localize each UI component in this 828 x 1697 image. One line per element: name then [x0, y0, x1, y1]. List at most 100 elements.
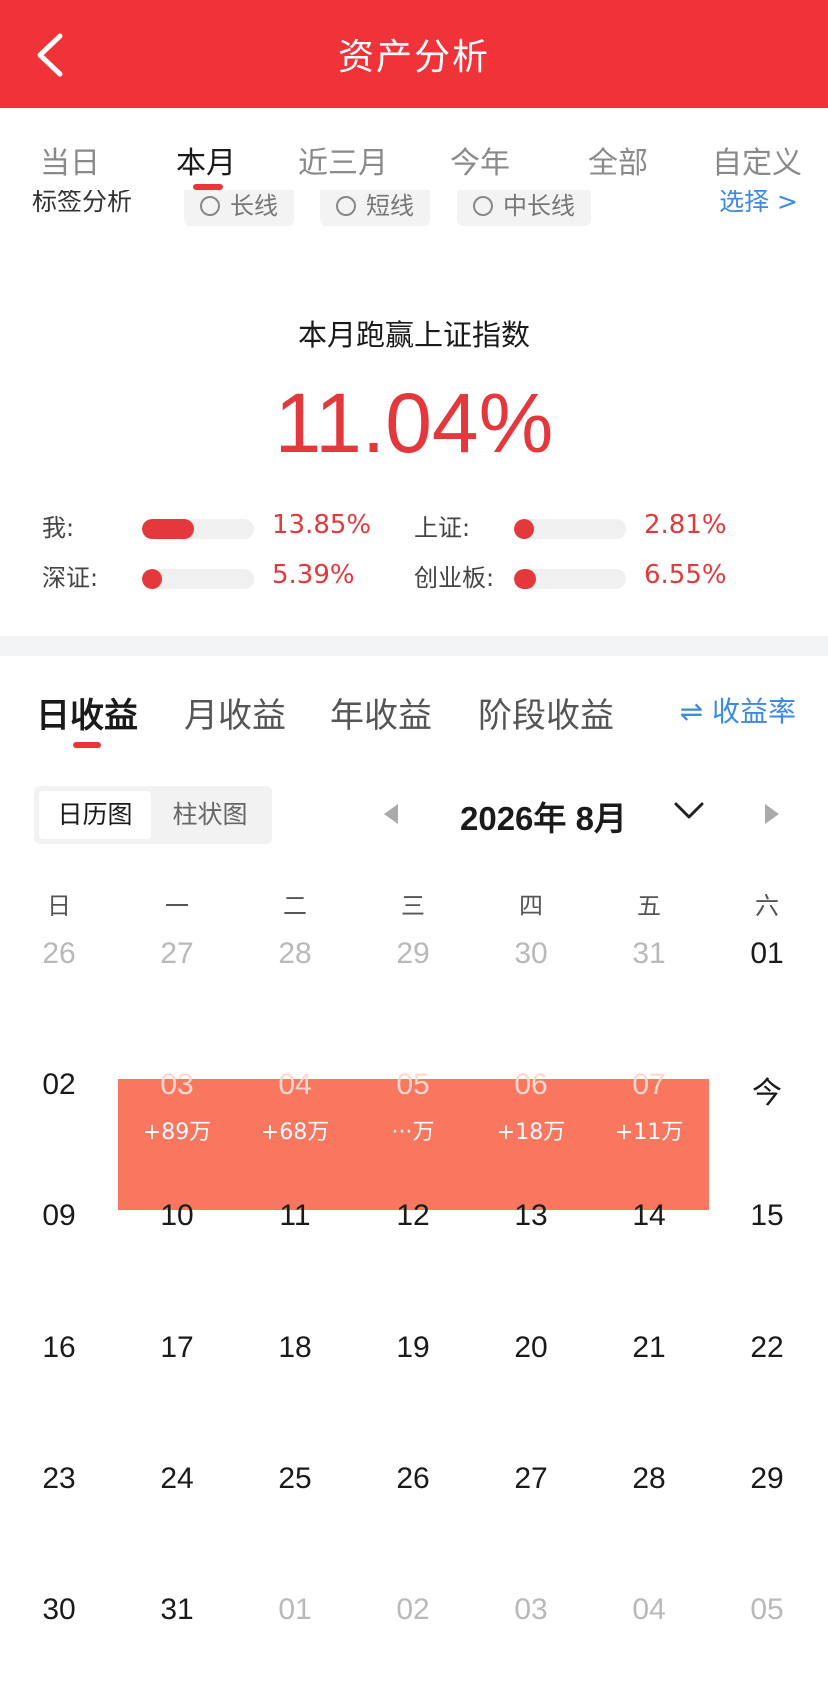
comparison-shenzhen: 深证: 5.39% [42, 558, 382, 598]
calendar-day[interactable]: 20 [472, 1331, 590, 1365]
prev-month-icon[interactable] [384, 804, 398, 824]
calendar-day[interactable]: 16 [0, 1331, 118, 1365]
calendar-day[interactable]: 03 [472, 1593, 590, 1627]
day-number: 27 [160, 937, 194, 970]
tab-this-year[interactable]: 今年 [450, 138, 510, 182]
comparison-value: 13.85% [272, 510, 372, 540]
tab-all[interactable]: 全部 [588, 138, 648, 182]
calendar-day[interactable]: 04 [590, 1593, 708, 1627]
tab-today[interactable]: 当日 [40, 138, 100, 182]
calendar-day[interactable]: 29 [354, 937, 472, 971]
day-number: 21 [632, 1331, 666, 1364]
calendar-day[interactable]: 06 +18万 [472, 1068, 590, 1146]
day-number: 31 [632, 937, 666, 970]
calendar-day[interactable]: 05 ···万 [354, 1068, 472, 1146]
calendar-day[interactable]: 24 [118, 1462, 236, 1496]
day-number: 03 [160, 1068, 194, 1101]
calendar-day[interactable]: 26 [0, 937, 118, 971]
calendar-day[interactable]: 03 +89万 [118, 1068, 236, 1146]
app-header: 资产分析 [0, 0, 828, 108]
calendar-day[interactable]: 25 [236, 1462, 354, 1496]
calendar-day[interactable]: 30 [472, 937, 590, 971]
tag-analysis-row: 标签分析 长线 短线 中长线 选择 > [0, 190, 828, 238]
day-number: 04 [278, 1068, 312, 1101]
calendar-day[interactable]: 01 [236, 1593, 354, 1627]
weekday-sun: 日 [47, 892, 71, 920]
weekday-tue: 二 [283, 892, 307, 920]
day-number: 30 [514, 937, 548, 970]
comparison-label: 我: [42, 514, 75, 542]
tab-custom[interactable]: 自定义 [712, 138, 802, 182]
calendar-day[interactable]: 27 [472, 1462, 590, 1496]
tag-chip-mid-long[interactable]: 中长线 [457, 190, 591, 226]
day-number: 09 [42, 1199, 76, 1232]
calendar-day[interactable]: 22 [708, 1331, 826, 1365]
day-number: 26 [42, 937, 76, 970]
calendar-day[interactable]: 31 [590, 937, 708, 971]
tab-period-earnings[interactable]: 阶段收益 [478, 688, 614, 737]
calendar-day[interactable]: 18 [236, 1331, 354, 1365]
calendar-view-button[interactable]: 日历图 [39, 791, 151, 839]
calendar-day[interactable]: 今 [708, 1068, 826, 1112]
bar-chart-view-button[interactable]: 柱状图 [154, 791, 266, 839]
day-earning: ···万 [391, 1120, 435, 1145]
calendar-day[interactable]: 13 [472, 1199, 590, 1233]
weekday-thu: 四 [519, 892, 543, 920]
day-earning: +18万 [496, 1120, 566, 1145]
calendar-day[interactable]: 31 [118, 1593, 236, 1627]
calendar-day[interactable]: 28 [236, 937, 354, 971]
weekday-wed: 三 [401, 892, 425, 920]
calendar-day[interactable]: 21 [590, 1331, 708, 1365]
comparison-label: 深证: [42, 564, 99, 592]
tab-daily-earnings[interactable]: 日收益 [36, 688, 138, 737]
tab-yearly-earnings[interactable]: 年收益 [330, 688, 432, 737]
calendar-day[interactable]: 02 [354, 1593, 472, 1627]
calendar-day[interactable]: 15 [708, 1199, 826, 1233]
calendar-day[interactable]: 12 [354, 1199, 472, 1233]
tag-chip-short[interactable]: 短线 [320, 190, 430, 226]
calendar-day[interactable]: 10 [118, 1199, 236, 1233]
next-month-icon[interactable] [765, 804, 779, 824]
calendar-day[interactable]: 30 [0, 1593, 118, 1627]
tab-monthly-earnings[interactable]: 月收益 [184, 688, 286, 737]
calendar-day[interactable]: 07 +11万 [590, 1068, 708, 1146]
day-earning: +68万 [260, 1120, 330, 1145]
page-title: 资产分析 [337, 37, 490, 78]
calendar-day[interactable]: 14 [590, 1199, 708, 1233]
tag-chip-long[interactable]: 长线 [184, 190, 294, 226]
tag-select-link[interactable]: 选择 > [719, 190, 798, 218]
tag-analysis-label: 标签分析 [32, 190, 133, 216]
day-number: 15 [750, 1199, 784, 1232]
calendar-day[interactable]: 29 [708, 1462, 826, 1496]
comparison-value: 2.81% [644, 510, 727, 540]
calendar-day[interactable]: 19 [354, 1331, 472, 1365]
calendar-day[interactable]: 05 [708, 1593, 826, 1627]
calendar-day[interactable]: 28 [590, 1462, 708, 1496]
month-label[interactable]: 2026年 8月 [460, 792, 627, 840]
calendar-day[interactable]: 23 [0, 1462, 118, 1496]
beat-index-value: 11.04% [274, 376, 554, 470]
calendar-day[interactable]: 26 [354, 1462, 472, 1496]
calendar-day[interactable]: 11 [236, 1199, 354, 1233]
tab-three-months[interactable]: 近三月 [298, 138, 388, 182]
day-number: 01 [278, 1593, 312, 1626]
comparison-fill [142, 569, 163, 589]
chevron-down-icon[interactable] [672, 796, 706, 826]
calendar-day[interactable]: 17 [118, 1331, 236, 1365]
back-arrow-icon[interactable] [30, 30, 76, 80]
calendar-day[interactable]: 09 [0, 1199, 118, 1233]
return-rate-button[interactable]: ⇌ 收益率 [680, 690, 796, 730]
day-number: 05 [750, 1593, 784, 1626]
comparison-value: 6.55% [644, 560, 727, 590]
day-number: 03 [514, 1593, 548, 1626]
comparison-value: 5.39% [272, 560, 355, 590]
day-number: 22 [750, 1331, 784, 1364]
calendar-day[interactable]: 02 [0, 1068, 118, 1102]
calendar-day[interactable]: 01 [708, 937, 826, 971]
radio-icon [473, 196, 493, 216]
comparison-track [142, 569, 254, 589]
calendar-day[interactable]: 04 +68万 [236, 1068, 354, 1146]
tab-this-month[interactable]: 本月 [176, 138, 236, 182]
comparison-me: 我: 13.85% [42, 508, 382, 548]
calendar-day[interactable]: 27 [118, 937, 236, 971]
